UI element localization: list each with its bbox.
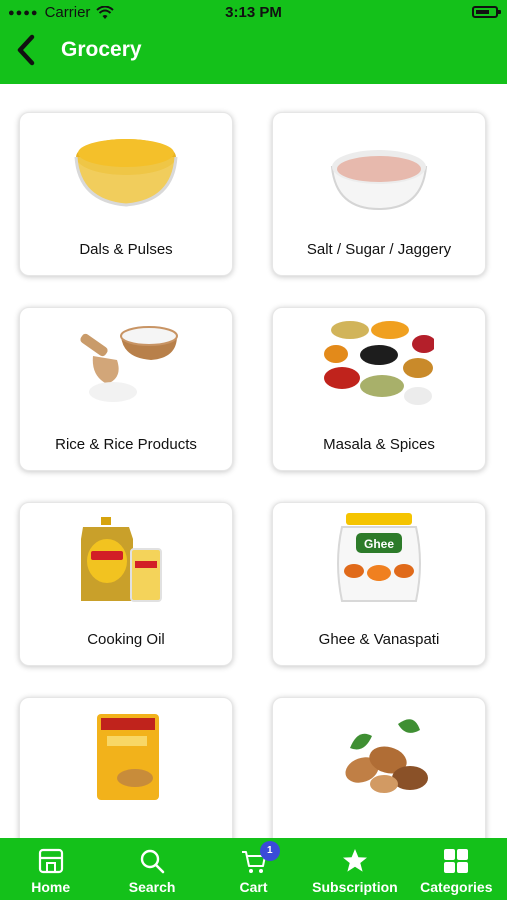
category-label: Rice & Rice Products [55,436,197,453]
nav-subscription[interactable]: Subscription [304,838,405,900]
back-arrow-icon[interactable] [12,32,42,68]
rice-scoop-icon [80,326,178,402]
category-label: Masala & Spices [323,436,435,453]
search-icon [140,849,165,874]
almonds-icon [345,719,428,793]
bottom-nav: Home Search 1 Cart Subscription Categori… [0,838,507,900]
status-bar: ●●●● Carrier 3:13 PM [0,0,507,26]
category-card-salt-sugar-jaggery[interactable]: Salt / Sugar / Jaggery [272,112,486,276]
category-card-cooking-oil[interactable]: Cooking Oil [19,502,233,666]
category-label: Ghee & Vanaspati [318,631,440,648]
category-label: Cooking Oil [87,631,165,648]
nav-cart[interactable]: 1 Cart [203,838,304,900]
svg-text:Ghee: Ghee [364,537,394,551]
oil-can-icon [81,517,162,602]
grid-icon [444,849,469,873]
category-card-atta[interactable] [19,697,233,838]
nav-label: Categories [420,879,493,895]
nav-label: Cart [239,879,268,895]
nav-label: Search [128,879,176,895]
page-title: Grocery [61,38,142,61]
category-label: Salt / Sugar / Jaggery [306,241,452,258]
cart-count-badge: 1 [259,841,280,861]
category-grid: Dals & Pulses Salt / Sugar / Jaggery Ric… [0,84,507,838]
category-card-rice[interactable]: Rice & Rice Products [19,307,233,471]
ghee-jar-icon: Ghee [337,513,421,602]
nav-home[interactable]: Home [0,838,101,900]
store-icon [38,848,63,874]
salt-bowl-icon [330,150,428,211]
category-card-masala-spices[interactable]: Masala & Spices [272,307,486,471]
category-card-ghee-vanaspati[interactable]: Ghee Ghee & Vanaspati [272,502,486,666]
atta-pack-icon [97,714,159,800]
top-bar: ●●●● Carrier 3:13 PM Grocery [0,0,507,84]
nav-label: Subscription [312,879,398,895]
status-time: 3:13 PM [225,4,282,21]
lentils-bowl-icon [74,139,178,207]
app-header: Grocery [0,26,507,84]
nav-categories[interactable]: Categories [406,838,507,900]
nav-search[interactable]: Search [101,838,202,900]
spice-bowls-icon [324,321,434,405]
star-icon [342,849,367,872]
nav-label: Home [31,879,71,895]
category-label: Dals & Pulses [79,241,173,258]
battery-icon [472,6,501,18]
category-card-dals-pulses[interactable]: Dals & Pulses [19,112,233,276]
category-card-dry-fruits[interactable] [272,697,486,838]
